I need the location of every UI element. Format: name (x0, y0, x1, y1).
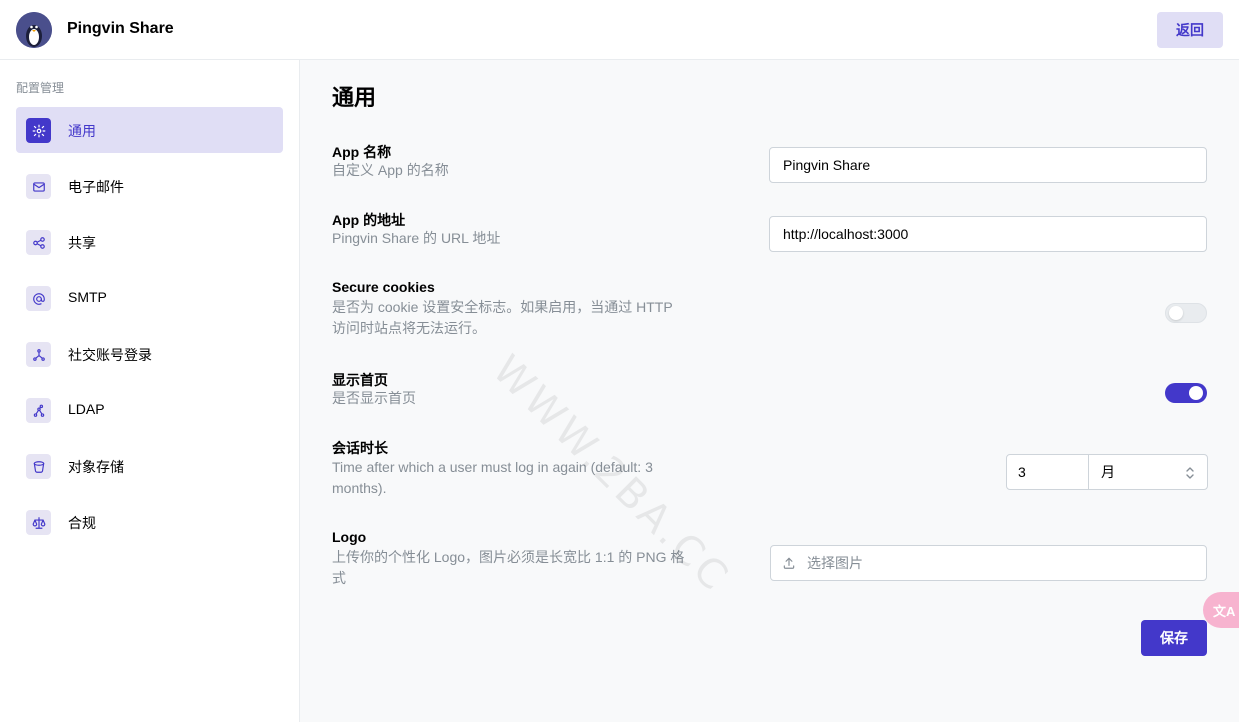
app-header: Pingvin Share 返回 (0, 0, 1239, 60)
page-title: 通用 (332, 85, 377, 110)
show-home-description: 是否显示首页 (332, 390, 416, 406)
ldap-icon (26, 398, 51, 423)
sidebar-item-label: SMTP (68, 289, 107, 305)
session-duration-label: 会话时长 (332, 440, 388, 456)
logo-file-placeholder: 选择图片 (807, 555, 863, 571)
toggle-knob (1169, 306, 1183, 320)
sidebar-item-label: 通用 (68, 123, 96, 139)
app-url-label: App 的地址 (332, 212, 406, 228)
app-name-label: App 名称 (332, 144, 392, 160)
sidebar-item-object-storage[interactable]: 对象存储 (16, 443, 283, 489)
sidebar-item-label: 对象存储 (68, 459, 124, 475)
gear-icon (26, 118, 51, 143)
unit-select-value: 月 (1101, 464, 1115, 480)
scale-icon (26, 510, 51, 535)
app-url-description: Pingvin Share 的 URL 地址 (332, 230, 501, 246)
app-title: Pingvin Share (67, 20, 174, 37)
share-icon (26, 230, 51, 255)
sidebar-item-label: 社交账号登录 (68, 347, 152, 363)
secure-cookies-toggle[interactable] (1165, 303, 1207, 323)
secure-cookies-description: 是否为 cookie 设置安全标志。如果启用，当通过 HTTP 访问时站点将无法… (332, 299, 673, 336)
app-name-description: 自定义 App 的名称 (332, 162, 449, 178)
toggle-knob (1189, 386, 1203, 400)
sidebar-item-label: 电子邮件 (68, 179, 124, 195)
upload-icon (783, 557, 795, 569)
sidebar-item-label: LDAP (68, 401, 105, 417)
sidebar-item-general[interactable]: 通用 (16, 107, 283, 153)
app-url-input[interactable]: http://localhost:3000 (769, 216, 1207, 252)
logo-label: Logo (332, 529, 367, 545)
back-button[interactable]: 返回 (1157, 12, 1223, 48)
show-home-label: 显示首页 (332, 372, 388, 388)
show-home-toggle[interactable] (1165, 383, 1207, 403)
bucket-icon (26, 454, 51, 479)
session-duration-unit-select[interactable]: 月 (1088, 454, 1208, 490)
translate-button[interactable]: 文A (1203, 592, 1239, 628)
sidebar-item-smtp[interactable]: SMTP (16, 275, 283, 321)
session-duration-description: Time after which a user must log in agai… (332, 459, 653, 496)
sidebar: 配置管理 通用 电子邮件 共享 SMTP 社交账号登录 LDAP 对象存储 合规 (0, 60, 300, 722)
logo-description: 上传你的个性化 Logo，图片必须是长宽比 1:1 的 PNG 格式 (332, 549, 685, 586)
sidebar-item-ldap[interactable]: LDAP (16, 387, 283, 433)
chevron-up-down-icon (1186, 467, 1194, 479)
pingvin-logo[interactable] (16, 12, 52, 48)
at-icon (26, 286, 51, 311)
app-name-input[interactable]: Pingvin Share (769, 147, 1207, 183)
sidebar-heading: 配置管理 (16, 81, 65, 95)
sidebar-item-social-login[interactable]: 社交账号登录 (16, 331, 283, 377)
sidebar-item-compliance[interactable]: 合规 (16, 499, 283, 545)
sidebar-item-label: 共享 (68, 235, 96, 251)
social-login-icon (26, 342, 51, 367)
translate-icon: 文A (1213, 603, 1236, 619)
sidebar-item-label: 合规 (68, 515, 96, 531)
mail-icon (26, 174, 51, 199)
sidebar-item-email[interactable]: 电子邮件 (16, 163, 283, 209)
save-button[interactable]: 保存 (1141, 620, 1207, 656)
secure-cookies-label: Secure cookies (332, 279, 435, 295)
session-duration-input[interactable]: 3 (1006, 454, 1089, 490)
logo-file-input[interactable]: 选择图片 (770, 545, 1207, 581)
sidebar-item-share[interactable]: 共享 (16, 219, 283, 265)
